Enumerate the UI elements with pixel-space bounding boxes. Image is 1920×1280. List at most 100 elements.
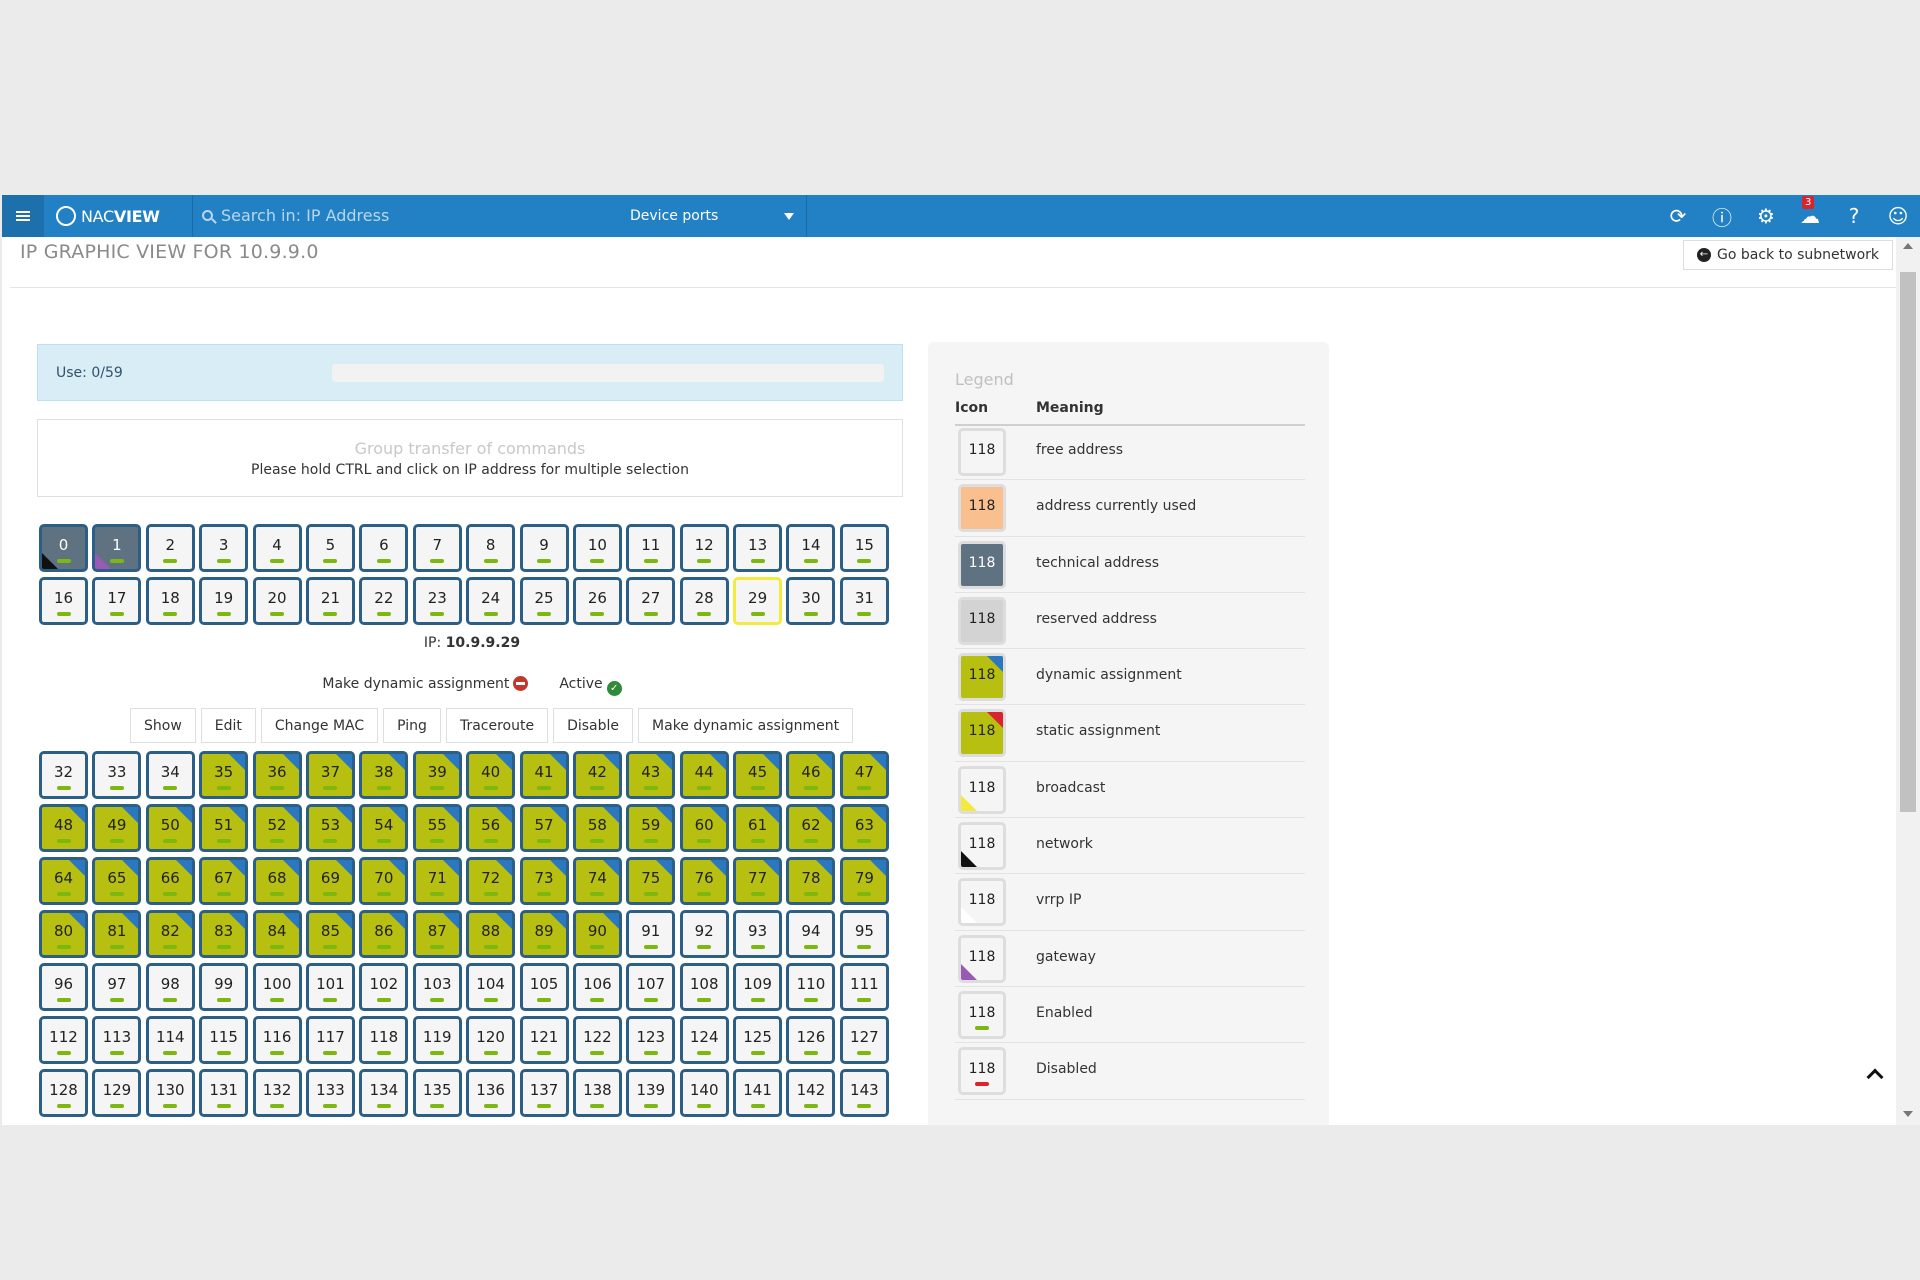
ip-address-cell[interactable]: 14 xyxy=(786,524,836,572)
ip-address-cell[interactable]: 83 xyxy=(199,910,249,958)
ip-address-cell[interactable]: 136 xyxy=(466,1069,516,1117)
ip-address-cell[interactable]: 120 xyxy=(466,1016,516,1064)
action-disable-button[interactable]: Disable xyxy=(553,708,634,743)
ip-address-cell[interactable]: 108 xyxy=(679,963,729,1011)
ip-address-cell[interactable]: 8 xyxy=(466,524,516,572)
action-change-mac-button[interactable]: Change MAC xyxy=(260,708,379,743)
ip-address-cell[interactable]: 31 xyxy=(839,577,889,625)
notification-icon[interactable]: ☁ 3 xyxy=(1788,195,1832,237)
ip-address-cell[interactable]: 20 xyxy=(252,577,302,625)
search-input[interactable]: Search in: IP Address xyxy=(202,206,389,225)
ip-address-cell[interactable]: 30 xyxy=(786,577,836,625)
ip-address-cell[interactable]: 131 xyxy=(199,1069,249,1117)
ip-address-cell[interactable]: 97 xyxy=(92,963,142,1011)
ip-address-cell[interactable]: 82 xyxy=(145,910,195,958)
ip-address-cell[interactable]: 33 xyxy=(92,751,142,799)
ip-address-cell[interactable]: 117 xyxy=(305,1016,355,1064)
ip-address-cell[interactable]: 44 xyxy=(679,751,729,799)
ip-address-cell[interactable]: 12 xyxy=(679,524,729,572)
ip-address-cell[interactable]: 49 xyxy=(92,804,142,852)
ip-address-cell[interactable]: 122 xyxy=(572,1016,622,1064)
ip-address-cell[interactable]: 109 xyxy=(733,963,783,1011)
ip-address-cell[interactable]: 42 xyxy=(572,751,622,799)
ip-address-cell[interactable]: 58 xyxy=(572,804,622,852)
ip-address-cell[interactable]: 101 xyxy=(305,963,355,1011)
action-traceroute-button[interactable]: Traceroute xyxy=(445,708,549,743)
action-edit-button[interactable]: Edit xyxy=(200,708,256,743)
ip-address-cell[interactable]: 26 xyxy=(572,577,622,625)
ip-address-cell[interactable]: 53 xyxy=(305,804,355,852)
ip-address-cell[interactable]: 110 xyxy=(786,963,836,1011)
ip-address-cell[interactable]: 111 xyxy=(839,963,889,1011)
ip-address-cell[interactable]: 18 xyxy=(145,577,195,625)
ip-address-cell[interactable]: 96 xyxy=(39,963,88,1011)
ip-address-cell[interactable]: 47 xyxy=(839,751,889,799)
ip-address-cell[interactable]: 27 xyxy=(626,577,676,625)
action-make-dynamic-assignment-button[interactable]: Make dynamic assignment xyxy=(638,708,854,743)
ip-address-cell[interactable]: 55 xyxy=(412,804,462,852)
menu-toggle-button[interactable] xyxy=(2,195,44,237)
ip-address-cell[interactable]: 91 xyxy=(626,910,676,958)
ip-address-cell[interactable]: 81 xyxy=(92,910,142,958)
gear-icon[interactable]: ⚙ xyxy=(1744,195,1788,237)
ip-address-cell[interactable]: 57 xyxy=(519,804,569,852)
ip-address-cell[interactable]: 85 xyxy=(305,910,355,958)
action-show-button[interactable]: Show xyxy=(130,708,196,743)
ip-address-cell[interactable]: 114 xyxy=(145,1016,195,1064)
ip-address-cell[interactable]: 21 xyxy=(305,577,355,625)
ip-address-cell[interactable]: 102 xyxy=(359,963,409,1011)
ip-address-cell[interactable]: 106 xyxy=(572,963,622,1011)
ip-address-cell[interactable]: 73 xyxy=(519,857,569,905)
ip-address-cell[interactable]: 3 xyxy=(199,524,249,572)
ip-address-cell[interactable]: 34 xyxy=(145,751,195,799)
ip-address-cell[interactable]: 134 xyxy=(359,1069,409,1117)
ip-address-cell[interactable]: 59 xyxy=(626,804,676,852)
ip-address-cell[interactable]: 0 xyxy=(39,524,88,572)
ip-address-cell[interactable]: 87 xyxy=(412,910,462,958)
scroll-down-icon[interactable] xyxy=(1903,1111,1913,1117)
ip-address-cell[interactable]: 13 xyxy=(733,524,783,572)
ip-address-cell[interactable]: 41 xyxy=(519,751,569,799)
ip-address-cell[interactable]: 78 xyxy=(786,857,836,905)
ip-address-cell[interactable]: 51 xyxy=(199,804,249,852)
ip-address-cell[interactable]: 10 xyxy=(572,524,622,572)
ip-address-cell[interactable]: 24 xyxy=(466,577,516,625)
device-ports-select[interactable]: Device ports xyxy=(612,195,806,237)
ip-address-cell[interactable]: 142 xyxy=(786,1069,836,1117)
ip-address-cell[interactable]: 48 xyxy=(39,804,88,852)
ip-address-cell[interactable]: 2 xyxy=(145,524,195,572)
ip-address-cell[interactable]: 135 xyxy=(412,1069,462,1117)
ip-address-cell[interactable]: 39 xyxy=(412,751,462,799)
ip-address-cell[interactable]: 67 xyxy=(199,857,249,905)
ip-address-cell[interactable]: 127 xyxy=(839,1016,889,1064)
ip-address-cell[interactable]: 70 xyxy=(359,857,409,905)
ip-address-cell[interactable]: 133 xyxy=(305,1069,355,1117)
ip-address-cell[interactable]: 60 xyxy=(679,804,729,852)
ip-address-cell[interactable]: 75 xyxy=(626,857,676,905)
scroll-to-top-icon[interactable] xyxy=(1866,1068,1884,1086)
ip-address-cell[interactable]: 52 xyxy=(252,804,302,852)
ip-address-cell[interactable]: 105 xyxy=(519,963,569,1011)
ip-address-cell[interactable]: 7 xyxy=(412,524,462,572)
ip-address-cell[interactable]: 19 xyxy=(199,577,249,625)
ip-address-cell[interactable]: 112 xyxy=(39,1016,88,1064)
ip-address-cell[interactable]: 140 xyxy=(679,1069,729,1117)
ip-address-cell[interactable]: 88 xyxy=(466,910,516,958)
ip-address-cell[interactable]: 4 xyxy=(252,524,302,572)
ip-address-cell[interactable]: 132 xyxy=(252,1069,302,1117)
ip-address-cell[interactable]: 94 xyxy=(786,910,836,958)
ip-address-cell[interactable]: 76 xyxy=(679,857,729,905)
ip-address-cell[interactable]: 1 xyxy=(92,524,142,572)
ip-address-cell[interactable]: 32 xyxy=(39,751,88,799)
ip-address-cell[interactable]: 121 xyxy=(519,1016,569,1064)
ip-address-cell[interactable]: 22 xyxy=(359,577,409,625)
ip-address-cell[interactable]: 116 xyxy=(252,1016,302,1064)
ip-address-cell[interactable]: 129 xyxy=(92,1069,142,1117)
user-icon[interactable]: ☺ xyxy=(1876,195,1920,237)
ip-address-cell[interactable]: 45 xyxy=(733,751,783,799)
ip-address-cell[interactable]: 143 xyxy=(839,1069,889,1117)
ip-address-cell[interactable]: 68 xyxy=(252,857,302,905)
ip-address-cell[interactable]: 71 xyxy=(412,857,462,905)
ip-address-cell[interactable]: 17 xyxy=(92,577,142,625)
ip-address-cell[interactable]: 104 xyxy=(466,963,516,1011)
